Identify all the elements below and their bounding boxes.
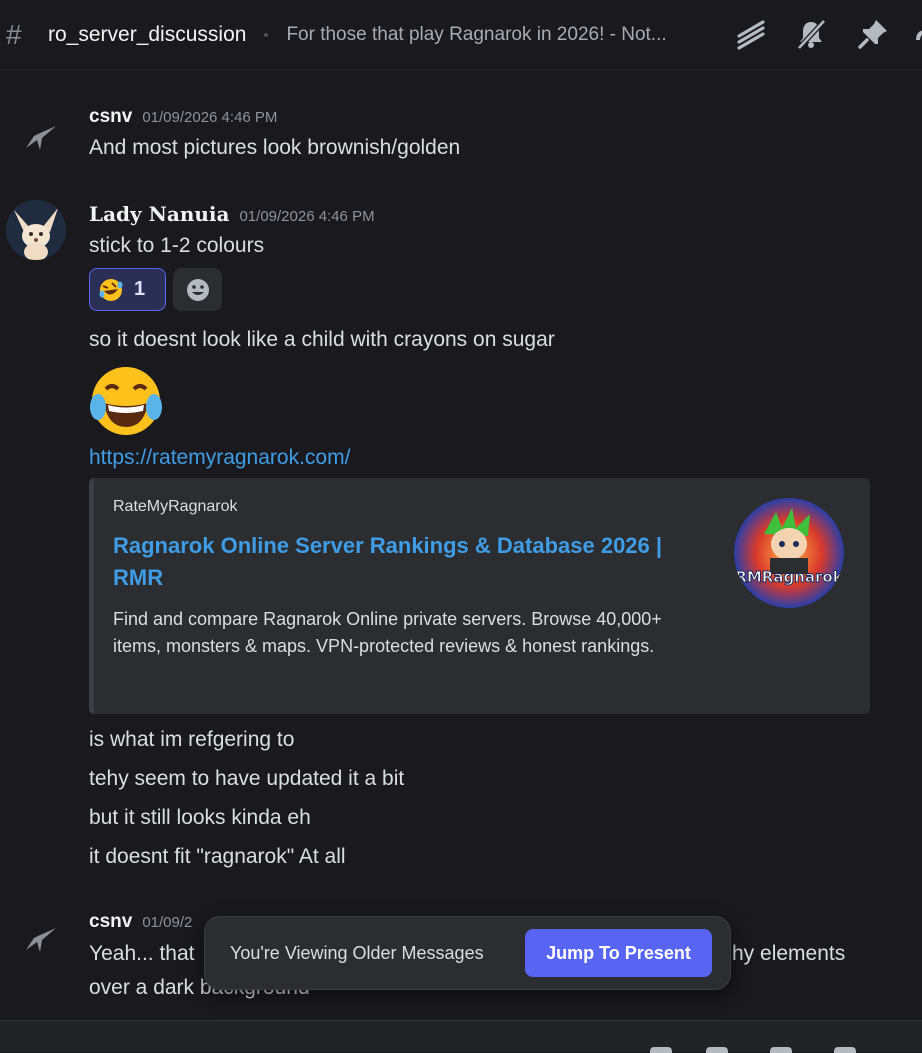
gif-icon[interactable] [706,1047,728,1053]
joy-emoji-icon [90,367,162,435]
username[interactable]: csnv [89,911,132,933]
channel-topic[interactable]: For those that play Ragnarok in 2026! - … [286,24,666,46]
rmr-logo-text: RMRagnarok [735,568,843,586]
username[interactable]: csnv [89,106,132,128]
reaction-count: 1 [134,278,146,300]
message-header: csnv 01/09/2 [89,911,192,933]
threads-icon[interactable] [735,18,767,50]
rofl-emoji-icon [99,278,123,301]
rmr-logo-icon: RMRagnarok [734,498,844,608]
bird-avatar-icon [26,928,56,952]
notification-muted-icon[interactable] [795,18,827,50]
jump-to-present-button[interactable]: Jump To Present [525,929,712,977]
older-messages-toast: You're Viewing Older Messages Jump To Pr… [204,916,731,990]
link-embed: RateMyRagnarok Ragnarok Online Server Ra… [89,478,870,714]
toast-text: You're Viewing Older Messages [230,942,484,963]
message-text: stick to 1-2 colours [89,234,265,257]
username[interactable]: Lady Nanuia [89,202,229,226]
message-text: is what im refgering to [89,728,295,751]
message-header: Lady Nanuia 01/09/2026 4:46 PM [89,202,375,226]
channel-hash-icon: # [6,18,22,50]
avatar[interactable] [6,910,66,970]
message-text: it doesnt fit "ragnarok" At all [89,845,346,868]
embed-provider: RateMyRagnarok [113,498,238,515]
gift-icon[interactable] [650,1047,672,1053]
embed-title[interactable]: Ragnarok Online Server Rankings & Databa… [113,530,673,594]
members-icon[interactable] [912,18,922,50]
fennec-fox-avatar-icon [6,200,66,260]
message-text: but it still looks kinda eh [89,806,311,829]
message-composer[interactable] [0,1020,922,1053]
pin-icon[interactable] [857,18,889,50]
message-link[interactable]: https://ratemyragnarok.com/ [89,446,350,470]
avatar[interactable] [6,108,66,168]
add-reaction-button[interactable] [173,268,222,311]
reaction-rofl[interactable]: 1 [89,268,166,311]
channel-name: ro_server_discussion [48,22,247,46]
timestamp: 01/09/2 [142,914,193,931]
embed-thumbnail[interactable]: RMRagnarok [734,498,844,608]
timestamp: 01/09/2026 4:46 PM [239,208,375,225]
header-divider [264,32,269,37]
emoji-icon[interactable] [834,1047,856,1053]
message-text: tehy seem to have updated it a bit [89,767,405,790]
avatar[interactable] [6,200,66,260]
message-text: so it doesnt look like a child with cray… [89,328,555,351]
channel-header: # ro_server_discussion For those that pl… [0,0,922,70]
message-text: And most pictures look brownish/golden [89,136,461,159]
message-text: Yeah... that [89,942,195,965]
embed-description: Find and compare Ragnarok Online private… [113,609,662,656]
sticker-icon[interactable] [770,1047,792,1053]
bird-avatar-icon [26,126,56,150]
timestamp: 01/09/2026 4:46 PM [142,109,278,126]
smiley-icon [186,278,209,301]
message-text-end: hy elements [732,942,846,965]
message-header: csnv 01/09/2026 4:46 PM [89,106,277,128]
message-list[interactable]: csnv 01/09/2026 4:46 PM And most picture… [0,70,922,1020]
